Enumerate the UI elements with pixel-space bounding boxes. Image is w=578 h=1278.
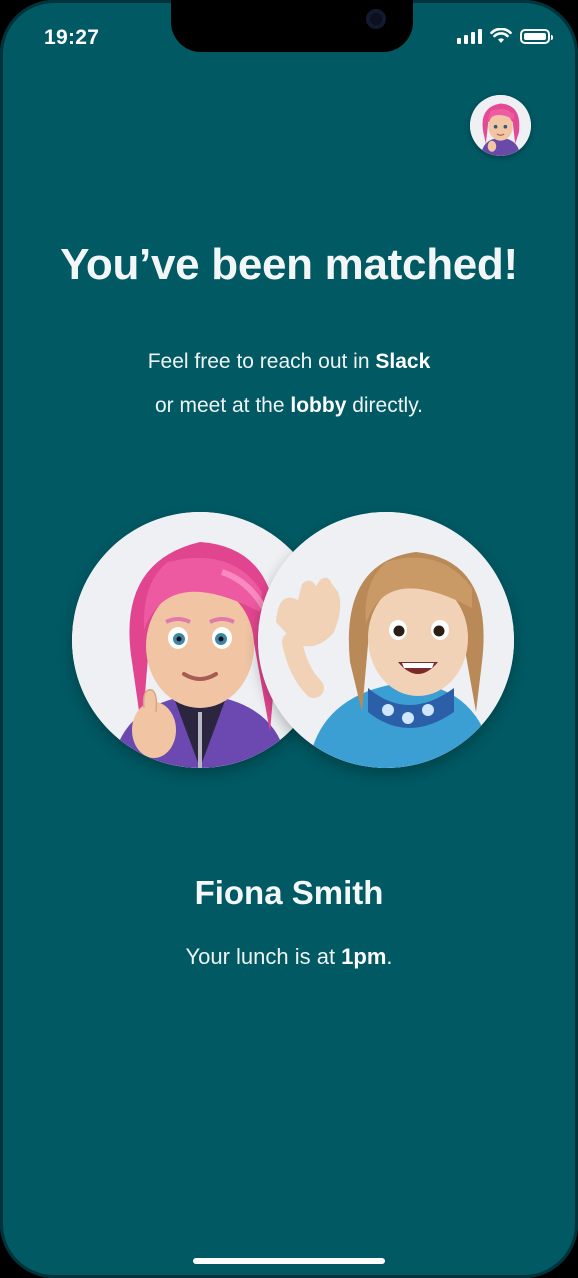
status-icons [457,28,553,44]
matched-person-name: Fiona Smith [194,874,384,911]
profile-avatar-button[interactable] [470,95,531,156]
lunch-time-value: 1pm [341,944,387,969]
page-title: You’ve been matched! [60,240,518,289]
subtitle-line-2: or meet at the lobby directly. [154,394,424,417]
lobby-label: lobby [290,394,347,417]
lunch-time-text: Your lunch is at 1pm. [185,944,393,969]
memoji-waving-blonde-avatar-icon [258,512,514,768]
subtitle-line-1: Feel free to reach out in Slack [147,350,431,373]
slack-label: Slack [375,350,431,373]
memoji-pink-hair-avatar-icon [470,95,531,156]
notch [171,0,413,52]
status-time: 19:27 [44,26,100,49]
phone-screen: 19:27 You’ve been matched! Feel free to … [0,0,578,1278]
camera-icon [366,9,386,29]
wifi-icon [490,28,512,43]
home-indicator[interactable] [193,1258,385,1264]
match-avatar [258,512,514,768]
cellular-signal-icon [457,28,482,44]
subtitle: Feel free to reach out in Slack or meet … [0,340,578,428]
battery-icon [520,28,553,44]
